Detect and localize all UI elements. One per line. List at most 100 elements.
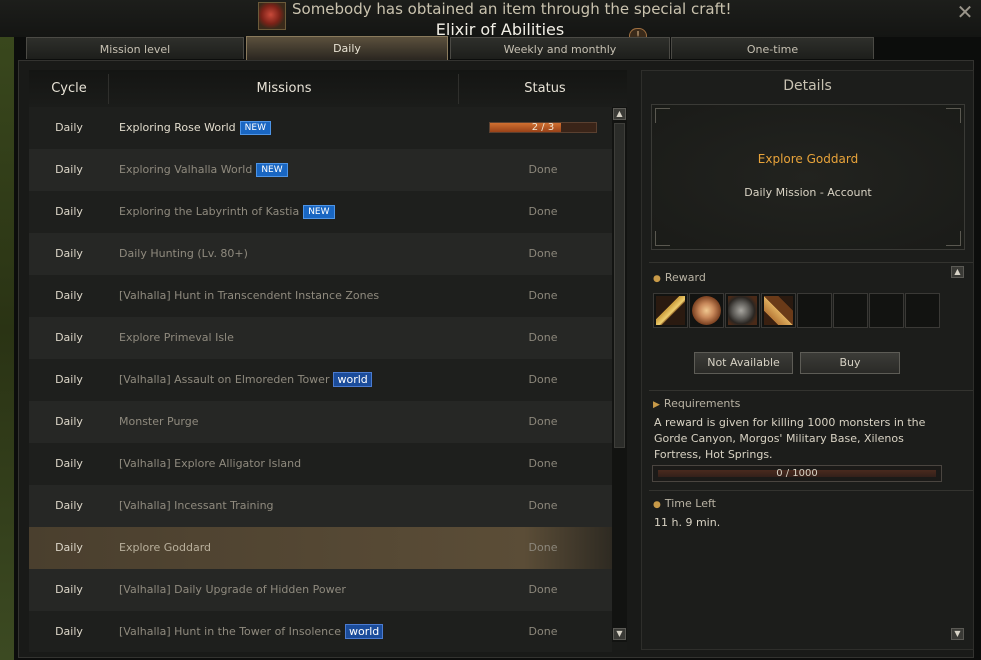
reward-label-text: Reward <box>664 271 706 284</box>
scroll-thumb[interactable] <box>614 123 625 448</box>
scroll-up-icon[interactable]: ▲ <box>613 108 626 120</box>
row-mission-text: [Valhalla] Daily Upgrade of Hidden Power <box>119 583 346 596</box>
details-scroll-down-icon[interactable]: ▼ <box>951 628 964 640</box>
table-row[interactable]: Daily Exploring Rose World NEW 2 / 3 <box>29 107 612 149</box>
world-badge: world <box>344 624 384 639</box>
tab-one-time[interactable]: One-time <box>671 37 874 59</box>
table-row[interactable]: Daily Exploring the Labyrinth of Kastia NE… <box>29 191 612 233</box>
row-mission: [Valhalla] Explore Alligator Island <box>119 443 301 485</box>
row-cycle: Daily <box>55 289 83 302</box>
reward-slot-empty[interactable] <box>797 293 832 328</box>
tab-mission-level[interactable]: Mission level <box>26 37 244 59</box>
ore-chunk-icon <box>728 296 757 325</box>
time-left-value: 11 h. 9 min. <box>654 516 721 529</box>
reward-slot[interactable] <box>653 293 688 328</box>
table-row[interactable]: Daily Exploring Valhalla World NEW Done <box>29 149 612 191</box>
requirements-label-text: Requirements <box>663 397 741 410</box>
row-status: Done <box>528 373 558 386</box>
not-available-button[interactable]: Not Available <box>694 352 793 374</box>
scroll-book-icon <box>764 296 793 325</box>
table-row[interactable]: Daily Monster Purge Done <box>29 401 612 443</box>
reward-slot[interactable] <box>689 293 724 328</box>
divider <box>649 262 973 263</box>
row-status: Done <box>528 205 558 218</box>
clock-icon: ● <box>653 500 661 510</box>
row-mission-text: [Valhalla] Hunt in the Tower of Insolenc… <box>119 625 341 638</box>
row-mission-text: Explore Goddard <box>119 541 212 554</box>
row-status: Done <box>528 331 558 344</box>
row-status: Done <box>528 163 558 176</box>
table-row[interactable]: Daily [Valhalla] Hunt in Transcendent Ins… <box>29 275 612 317</box>
new-badge: NEW <box>303 205 335 219</box>
row-mission: Explore Primeval Isle <box>119 317 234 359</box>
mission-progress-bar: 2 / 3 <box>489 122 597 133</box>
scroll-icon: ▶ <box>653 400 660 410</box>
table-row[interactable]: Daily Explore Primeval Isle Done <box>29 317 612 359</box>
row-mission-text: Explore Primeval Isle <box>119 331 234 344</box>
row-mission: Monster Purge <box>119 401 199 443</box>
table-row[interactable]: Daily [Valhalla] Incessant Training Done <box>29 485 612 527</box>
table-row[interactable]: Daily [Valhalla] Assault on Elmoreden Tow… <box>29 359 612 401</box>
reward-slot-empty[interactable] <box>905 293 940 328</box>
row-mission: Exploring Rose World NEW <box>119 107 271 149</box>
table-row[interactable]: Daily [Valhalla] Hunt in the Tower of Ins… <box>29 611 612 652</box>
table-row[interactable]: Daily [Valhalla] Daily Upgrade of Hidden … <box>29 569 612 611</box>
new-badge: NEW <box>256 163 288 177</box>
selected-mission-name: Explore Goddard <box>757 152 859 166</box>
reward-label: ● Reward <box>653 271 706 284</box>
row-cycle: Daily <box>55 457 83 470</box>
row-cycle: Daily <box>55 163 83 176</box>
close-icon[interactable]: ✕ <box>955 2 975 22</box>
reward-slot-empty[interactable] <box>869 293 904 328</box>
tab-weekly-monthly[interactable]: Weekly and monthly <box>450 37 670 59</box>
row-mission-text: [Valhalla] Explore Alligator Island <box>119 457 302 470</box>
reward-slot[interactable] <box>725 293 760 328</box>
row-status: Done <box>528 415 558 428</box>
row-cycle: Daily <box>55 499 83 512</box>
table-header: Cycle Missions Status <box>29 70 627 108</box>
frame-corner <box>946 108 961 123</box>
row-mission-text: Exploring Rose World <box>119 121 236 134</box>
row-mission-text: Exploring the Labyrinth of Kastia <box>119 205 300 218</box>
frame-corner <box>655 231 670 246</box>
frame-corner <box>946 231 961 246</box>
golden-staff-icon <box>656 296 685 325</box>
bag-icon: ● <box>653 274 661 284</box>
game-background <box>0 0 14 660</box>
row-mission-text: [Valhalla] Incessant Training <box>119 499 274 512</box>
row-mission: Explore Goddard <box>119 527 211 569</box>
row-mission: [Valhalla] Assault on Elmoreden Tower wor… <box>119 359 372 401</box>
reward-slot-empty[interactable] <box>833 293 868 328</box>
row-cycle: Daily <box>55 247 83 260</box>
time-left-label: ● Time Left <box>653 497 716 510</box>
elixir-icon <box>258 2 286 30</box>
header-cycle: Cycle <box>51 81 87 96</box>
row-status: Done <box>528 457 558 470</box>
table-row[interactable]: Daily Explore Goddard Done <box>29 527 612 569</box>
row-mission-text: Exploring Valhalla World <box>119 163 253 176</box>
requirements-label: ▶ Requirements <box>653 397 740 410</box>
scroll-down-icon[interactable]: ▼ <box>613 628 626 640</box>
requirements-text: A reward is given for killing 1000 monst… <box>654 416 926 461</box>
row-cycle: Daily <box>55 415 83 428</box>
mission-detail-frame <box>651 104 965 250</box>
details-title: Details <box>783 78 832 94</box>
tab-daily[interactable]: Daily <box>246 36 448 60</box>
table-row[interactable]: Daily Daily Hunting (Lv. 80+) Done <box>29 233 612 275</box>
details-scroll-up-icon[interactable]: ▲ <box>951 266 964 278</box>
table-row[interactable]: Daily [Valhalla] Explore Alligator Island… <box>29 443 612 485</box>
row-status: Done <box>528 625 558 638</box>
divider <box>649 490 973 491</box>
reward-slot[interactable] <box>761 293 796 328</box>
row-mission: [Valhalla] Hunt in Transcendent Instance… <box>119 275 379 317</box>
row-cycle: Daily <box>55 583 83 596</box>
requirement-progress-bar: 0 / 1000 <box>652 465 942 482</box>
buy-button[interactable]: Buy <box>800 352 900 374</box>
row-mission-text: Daily Hunting (Lv. 80+) <box>119 247 248 260</box>
row-mission: [Valhalla] Hunt in the Tower of Insolenc… <box>119 611 384 652</box>
row-mission-text: [Valhalla] Assault on Elmoreden Tower <box>119 373 330 386</box>
row-mission: Exploring the Labyrinth of Kastia NEW <box>119 191 335 233</box>
row-status: Done <box>528 583 558 596</box>
mission-scrollbar[interactable]: ▲ ▼ <box>612 107 627 642</box>
row-cycle: Daily <box>55 331 83 344</box>
